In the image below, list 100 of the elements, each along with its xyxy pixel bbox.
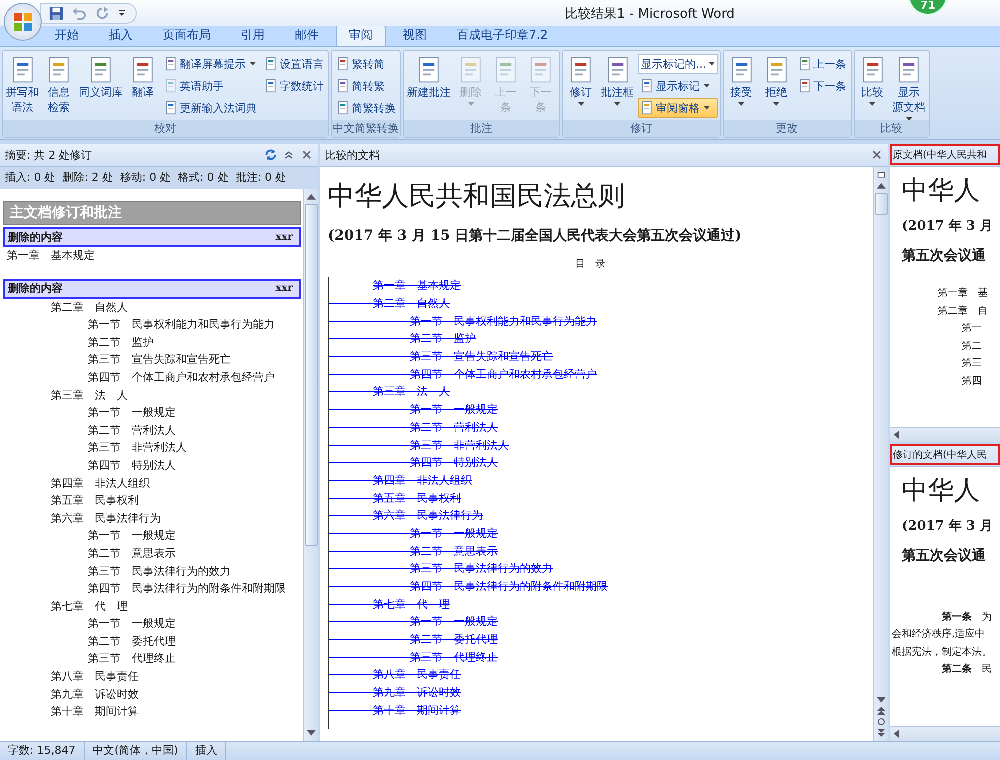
toc-heading: 目 录 [576, 259, 606, 270]
document-subtitle: (2017 年 3 月 15 日第十二届全国人民代表大会第五次会议通过) [328, 227, 743, 245]
document-subtitle: 第五次会议通 [902, 247, 987, 265]
ribbon-button[interactable]: 拒绝 [760, 53, 792, 108]
ribbon-button[interactable]: 比较 [856, 53, 888, 108]
status-text: 插入 [187, 742, 226, 760]
toc-entry: 第一节 民事权利能力和民事行为能力 [410, 314, 597, 329]
caret-icon [773, 102, 780, 106]
revision-text: 第一节 一般规定 [87, 528, 177, 544]
ribbon-button[interactable]: 字数统计 [262, 76, 326, 96]
ribbon-button[interactable]: 新建批注 [406, 53, 452, 102]
ribbon-tab[interactable]: 插入 [96, 25, 146, 46]
ribbon-button[interactable]: 审阅窗格 [638, 98, 718, 118]
ribbon-button[interactable]: 拼写和 语法 [5, 53, 40, 117]
revision-header[interactable]: 删除的内容 xxr [3, 278, 301, 299]
revision-text: 第二节 营利法人 [87, 422, 177, 439]
scroll-left-icon[interactable] [894, 430, 899, 438]
ribbon-button[interactable]: 翻译屏幕提示 [162, 54, 259, 74]
revision-text: 第一章 基本规定 [6, 248, 96, 264]
scroll-up-icon[interactable] [306, 193, 316, 201]
revision-text: 第三节 非营利法人 [87, 440, 188, 456]
caret-icon [869, 102, 876, 106]
revision-text: 第四节 民事法律行为的附条件和附期限 [87, 581, 287, 598]
toc-entry: 第一节 一般规定 [410, 402, 498, 418]
scroll-left-icon[interactable] [894, 730, 899, 738]
toc-entry: 第八章 民事责任 [373, 667, 461, 682]
close-icon[interactable] [301, 149, 313, 161]
scroll-up-icon[interactable] [876, 182, 886, 190]
caret-icon [468, 102, 474, 106]
pane-title: 修订的文档(中华人民 [893, 448, 987, 462]
previous-page-icon[interactable] [876, 707, 886, 715]
ribbon-tab[interactable]: 页面布局 [150, 25, 224, 46]
close-icon[interactable] [871, 149, 883, 161]
ribbon-tab[interactable]: 开始 [42, 25, 92, 46]
scrollbar-thumb[interactable] [874, 193, 888, 215]
browse-object-icon[interactable] [876, 718, 886, 726]
ribbon-button[interactable]: 显示标记 [638, 76, 718, 96]
scroll-down-icon[interactable] [876, 696, 886, 704]
refresh-icon[interactable] [265, 149, 277, 161]
toc-entry: 第一节 一般规定 [410, 526, 498, 541]
revision-text: 第一节 一般规定 [87, 405, 177, 422]
vertical-scrollbar[interactable] [303, 189, 318, 741]
ribbon-button[interactable]: 批注框 [600, 53, 635, 108]
caret-icon [578, 102, 584, 106]
document-icon [336, 101, 350, 115]
horizontal-scrollbar[interactable] [890, 426, 1000, 442]
ribbon-button[interactable]: 修订 [565, 53, 597, 108]
ribbon-tab[interactable]: 审阅 [336, 25, 386, 46]
ribbon-button[interactable]: 翻译 [127, 53, 159, 102]
ribbon-tab[interactable]: 引用 [228, 25, 278, 46]
ribbon-tab[interactable]: 视图 [390, 25, 440, 46]
ribbon-button[interactable]: 信息 检索 [43, 53, 75, 117]
vertical-scrollbar[interactable] [873, 167, 888, 741]
horizontal-scrollbar[interactable] [890, 726, 1000, 741]
next-page-icon[interactable] [876, 729, 886, 737]
document-text: 第三 [961, 357, 983, 372]
revision-counts: 插入: 0 处 删除: 2 处 移动: 0 处 格式: 0 处 批注: 0 处 [0, 167, 318, 189]
ribbon-button[interactable]: 更新输入法词典 [162, 98, 259, 118]
revision-text: 第十章 期间计算 [50, 704, 140, 720]
revision-text: 第一节 民事权利能力和民事行为能力 [87, 317, 276, 334]
revision-type: 删除的内容 [8, 230, 63, 244]
ribbon-button[interactable]: 繁转简 [334, 54, 398, 74]
revision-text: 第八章 民事责任 [50, 669, 140, 686]
ribbon-button[interactable]: 上一条 [796, 54, 848, 74]
document-text: 第二 [961, 340, 983, 354]
revision-text: 第四节 特别法人 [87, 458, 177, 474]
group-label: 批注 [404, 120, 559, 137]
document-text: 第四 [961, 374, 983, 389]
group-label: 中文简繁转换 [332, 120, 400, 137]
dropdown-field[interactable]: 显示标记的... [638, 54, 718, 74]
document-text: 第二章 自 [937, 304, 989, 319]
revision-header[interactable]: 删除的内容 xxr [3, 227, 301, 247]
window-title: 比较结果1 - Microsoft Word [565, 6, 735, 23]
ribbon-tab[interactable]: 百成电子印章7.2 [444, 25, 562, 46]
revision-text: 第三章 法 人 [50, 388, 129, 404]
document-icon [164, 101, 178, 115]
document-icon [164, 79, 178, 93]
collapse-icon[interactable] [283, 149, 295, 161]
revision-text: 第七章 代 理 [50, 598, 129, 615]
scrollbar-thumb[interactable] [304, 204, 318, 546]
ribbon-button[interactable]: 设置语言 [262, 54, 326, 74]
toc-entry: 第七章 代 理 [373, 596, 450, 612]
customize-caret-icon[interactable] [118, 9, 126, 17]
revision-text: 第二节 意思表示 [87, 546, 177, 562]
ribbon-tab[interactable]: 邮件 [282, 25, 332, 46]
ruler-icon[interactable] [876, 171, 886, 179]
scroll-down-icon[interactable] [306, 729, 316, 737]
save-icon[interactable] [49, 6, 64, 20]
toc-entry: 第三章 法 人 [373, 384, 450, 400]
toc-entry: 第六章 民事法律行为 [373, 508, 483, 524]
logo [11, 10, 35, 34]
document-icon [336, 79, 350, 93]
ribbon-button[interactable]: 接受 [726, 53, 758, 108]
ribbon-button[interactable]: 简转繁 [334, 76, 398, 96]
notification-badge: 71 [908, 0, 948, 16]
ribbon-button[interactable]: 简繁转换 [334, 98, 398, 118]
ribbon-button[interactable]: 同义词库 [78, 53, 124, 102]
ribbon-button[interactable]: 下一条 [796, 76, 848, 96]
document-icon [798, 57, 812, 71]
document-icon [640, 79, 654, 93]
